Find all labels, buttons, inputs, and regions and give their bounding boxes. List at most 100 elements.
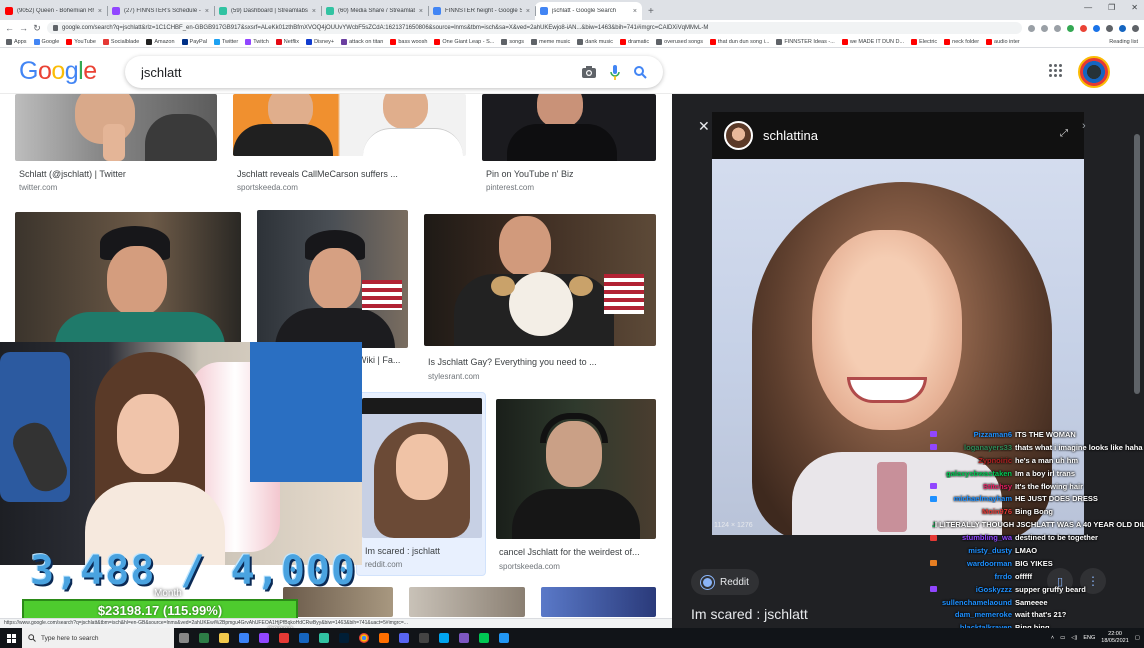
taskbar-app-icon[interactable] [274,628,294,648]
search-icon[interactable] [634,65,647,79]
preview-title[interactable]: Im scared : jschlatt [691,606,808,622]
bookmark-item[interactable]: Disney+ [306,38,334,45]
bookmark-item[interactable]: Twitter [213,38,238,45]
volume-icon[interactable]: ◁) [1071,635,1077,641]
taskbar-app-icon[interactable] [374,628,394,648]
extension-icon[interactable] [1080,24,1087,32]
bookmark-item[interactable]: Amazon [146,38,175,45]
taskbar-app-icon[interactable] [454,628,474,648]
camera-search-icon[interactable] [582,66,596,78]
taskbar-search[interactable]: Type here to search [22,628,174,648]
address-bar[interactable]: google.com/search?q=jschlatt&rlz=1C1CHBF… [47,22,1022,34]
bookmark-item[interactable]: songs [501,38,524,45]
bookmark-item[interactable]: Electric [911,38,937,45]
image-result[interactable]: cancel Jschlatt for the weirdest of... s… [496,399,656,579]
source-site-chip[interactable]: Reddit [691,569,759,595]
tray-chevron-icon[interactable]: ˄ [1051,635,1054,641]
bookmark-item[interactable]: YouTube [66,38,96,45]
browser-tab[interactable]: (27) FINNSTER's Schedule - Twit × [107,2,214,20]
taskbar-app-icon[interactable] [294,628,314,648]
close-tab-icon[interactable]: × [98,8,102,15]
taskbar-clock[interactable]: 22:00 18/05/2021 [1101,631,1129,645]
bookmark-item[interactable]: Google [33,38,59,45]
panel-scrollbar[interactable] [1134,134,1140,394]
close-tab-icon[interactable]: × [419,8,423,15]
taskbar-app-icon[interactable] [414,628,434,648]
image-result[interactable]: Pin on YouTube n' Biz pinterest.com [482,94,656,194]
new-tab-button[interactable]: + [642,2,660,20]
browser-tab[interactable]: (59) Dashboard | Streamlabs × [214,2,321,20]
bookmark-item[interactable]: Twitch [245,38,269,45]
bookmark-item[interactable]: overused songs [656,38,703,45]
image-result-selected[interactable]: Im scared : jschlatt reddit.com [356,392,486,576]
image-result[interactable]: Jschlatt reveals CallMeCarson suffers ..… [233,94,466,194]
taskbar-app-icon[interactable] [474,628,494,648]
bookmark-item[interactable]: meme music [531,38,570,45]
search-input[interactable] [141,64,568,80]
bookmark-item[interactable]: dank music [577,38,613,45]
bookmark-item[interactable]: FINNSTER Ideas -... [776,38,835,45]
reading-list-button[interactable]: Reading list [1109,39,1138,45]
bookmark-item[interactable]: Apps [6,38,27,45]
bookmark-item[interactable]: audio inter [986,38,1020,45]
bookmark-item[interactable]: attack on titan [341,38,383,45]
start-button[interactable] [0,628,22,648]
taskview-icon[interactable] [174,628,194,648]
google-apps-icon[interactable] [1049,64,1063,78]
close-tab-icon[interactable]: × [526,8,530,15]
zoom-icon[interactable] [1028,24,1035,32]
next-image-icon[interactable]: › [1082,120,1086,132]
browser-tab[interactable]: FINNSTER height - Google Search × [428,2,535,20]
back-icon[interactable]: ← [5,23,14,33]
taskbar-app-icon[interactable] [214,628,234,648]
maximize-icon[interactable]: ❐ [1108,3,1115,12]
profile-icon[interactable] [1119,24,1126,32]
account-avatar[interactable] [1078,56,1110,88]
reload-icon[interactable]: ↻ [33,23,41,34]
bookmark-item[interactable]: that dun dun song i... [710,38,769,45]
image-result[interactable] [409,587,525,617]
extension-icon[interactable] [1067,24,1074,32]
browser-tab[interactable]: (60) Media Share / Streamlabs × [321,2,428,20]
language-indicator[interactable]: ENG [1083,635,1095,641]
close-window-icon[interactable]: ✕ [1131,3,1138,12]
bookmark-item[interactable]: neck folder [944,38,979,45]
browser-tab-active[interactable]: jschlatt - Google Search × [535,2,642,20]
microphone-icon[interactable] [610,64,620,80]
google-logo[interactable]: Google [19,57,97,86]
taskbar-app-icon[interactable] [394,628,414,648]
forward-icon[interactable]: → [19,23,28,33]
taskbar-app-icon[interactable] [254,628,274,648]
close-tab-icon[interactable]: × [205,8,209,15]
bookmark-item[interactable]: Netflix [275,38,299,45]
taskbar-app-icon[interactable] [234,628,254,648]
close-tab-icon[interactable]: × [633,8,637,15]
minimize-icon[interactable]: — [1084,3,1092,12]
taskbar-app-icon[interactable] [334,628,354,648]
image-result[interactable]: Schlatt (@jschlatt) | Twitter twitter.co… [15,94,217,194]
image-result[interactable] [15,212,241,347]
taskbar-app-icon[interactable] [194,628,214,648]
bookmark-item[interactable]: One Giant Leap - S... [434,38,494,45]
taskbar-app-icon[interactable] [434,628,454,648]
share-icon[interactable] [1041,24,1048,32]
bookmark-item[interactable]: bass woosh [390,38,427,45]
extension-icon[interactable] [1093,24,1100,32]
bookmark-item[interactable]: Socialblade [102,38,139,45]
image-result[interactable] [541,587,656,617]
bookmark-item[interactable]: we MADE IT DUN D... [841,38,904,45]
image-result[interactable]: Is Jschlatt Gay? Everything you need to … [424,214,656,382]
chrome-icon[interactable] [354,628,374,648]
taskbar-app-icon[interactable] [314,628,334,648]
extension-icon[interactable] [1106,24,1113,32]
star-icon[interactable] [1054,24,1061,32]
network-icon[interactable]: ▭ [1060,635,1065,641]
menu-icon[interactable] [1132,24,1139,32]
bookmark-item[interactable]: dramatic [620,38,649,45]
bookmark-item[interactable]: PayPal [181,38,207,45]
taskbar-app-icon[interactable] [494,628,514,648]
close-preview-icon[interactable]: ✕ [698,118,710,135]
notifications-icon[interactable]: ▢ [1135,635,1140,641]
browser-tab[interactable]: (9052) Queen - Bohemian Rhaps × [0,2,107,20]
close-tab-icon[interactable]: × [312,8,316,15]
